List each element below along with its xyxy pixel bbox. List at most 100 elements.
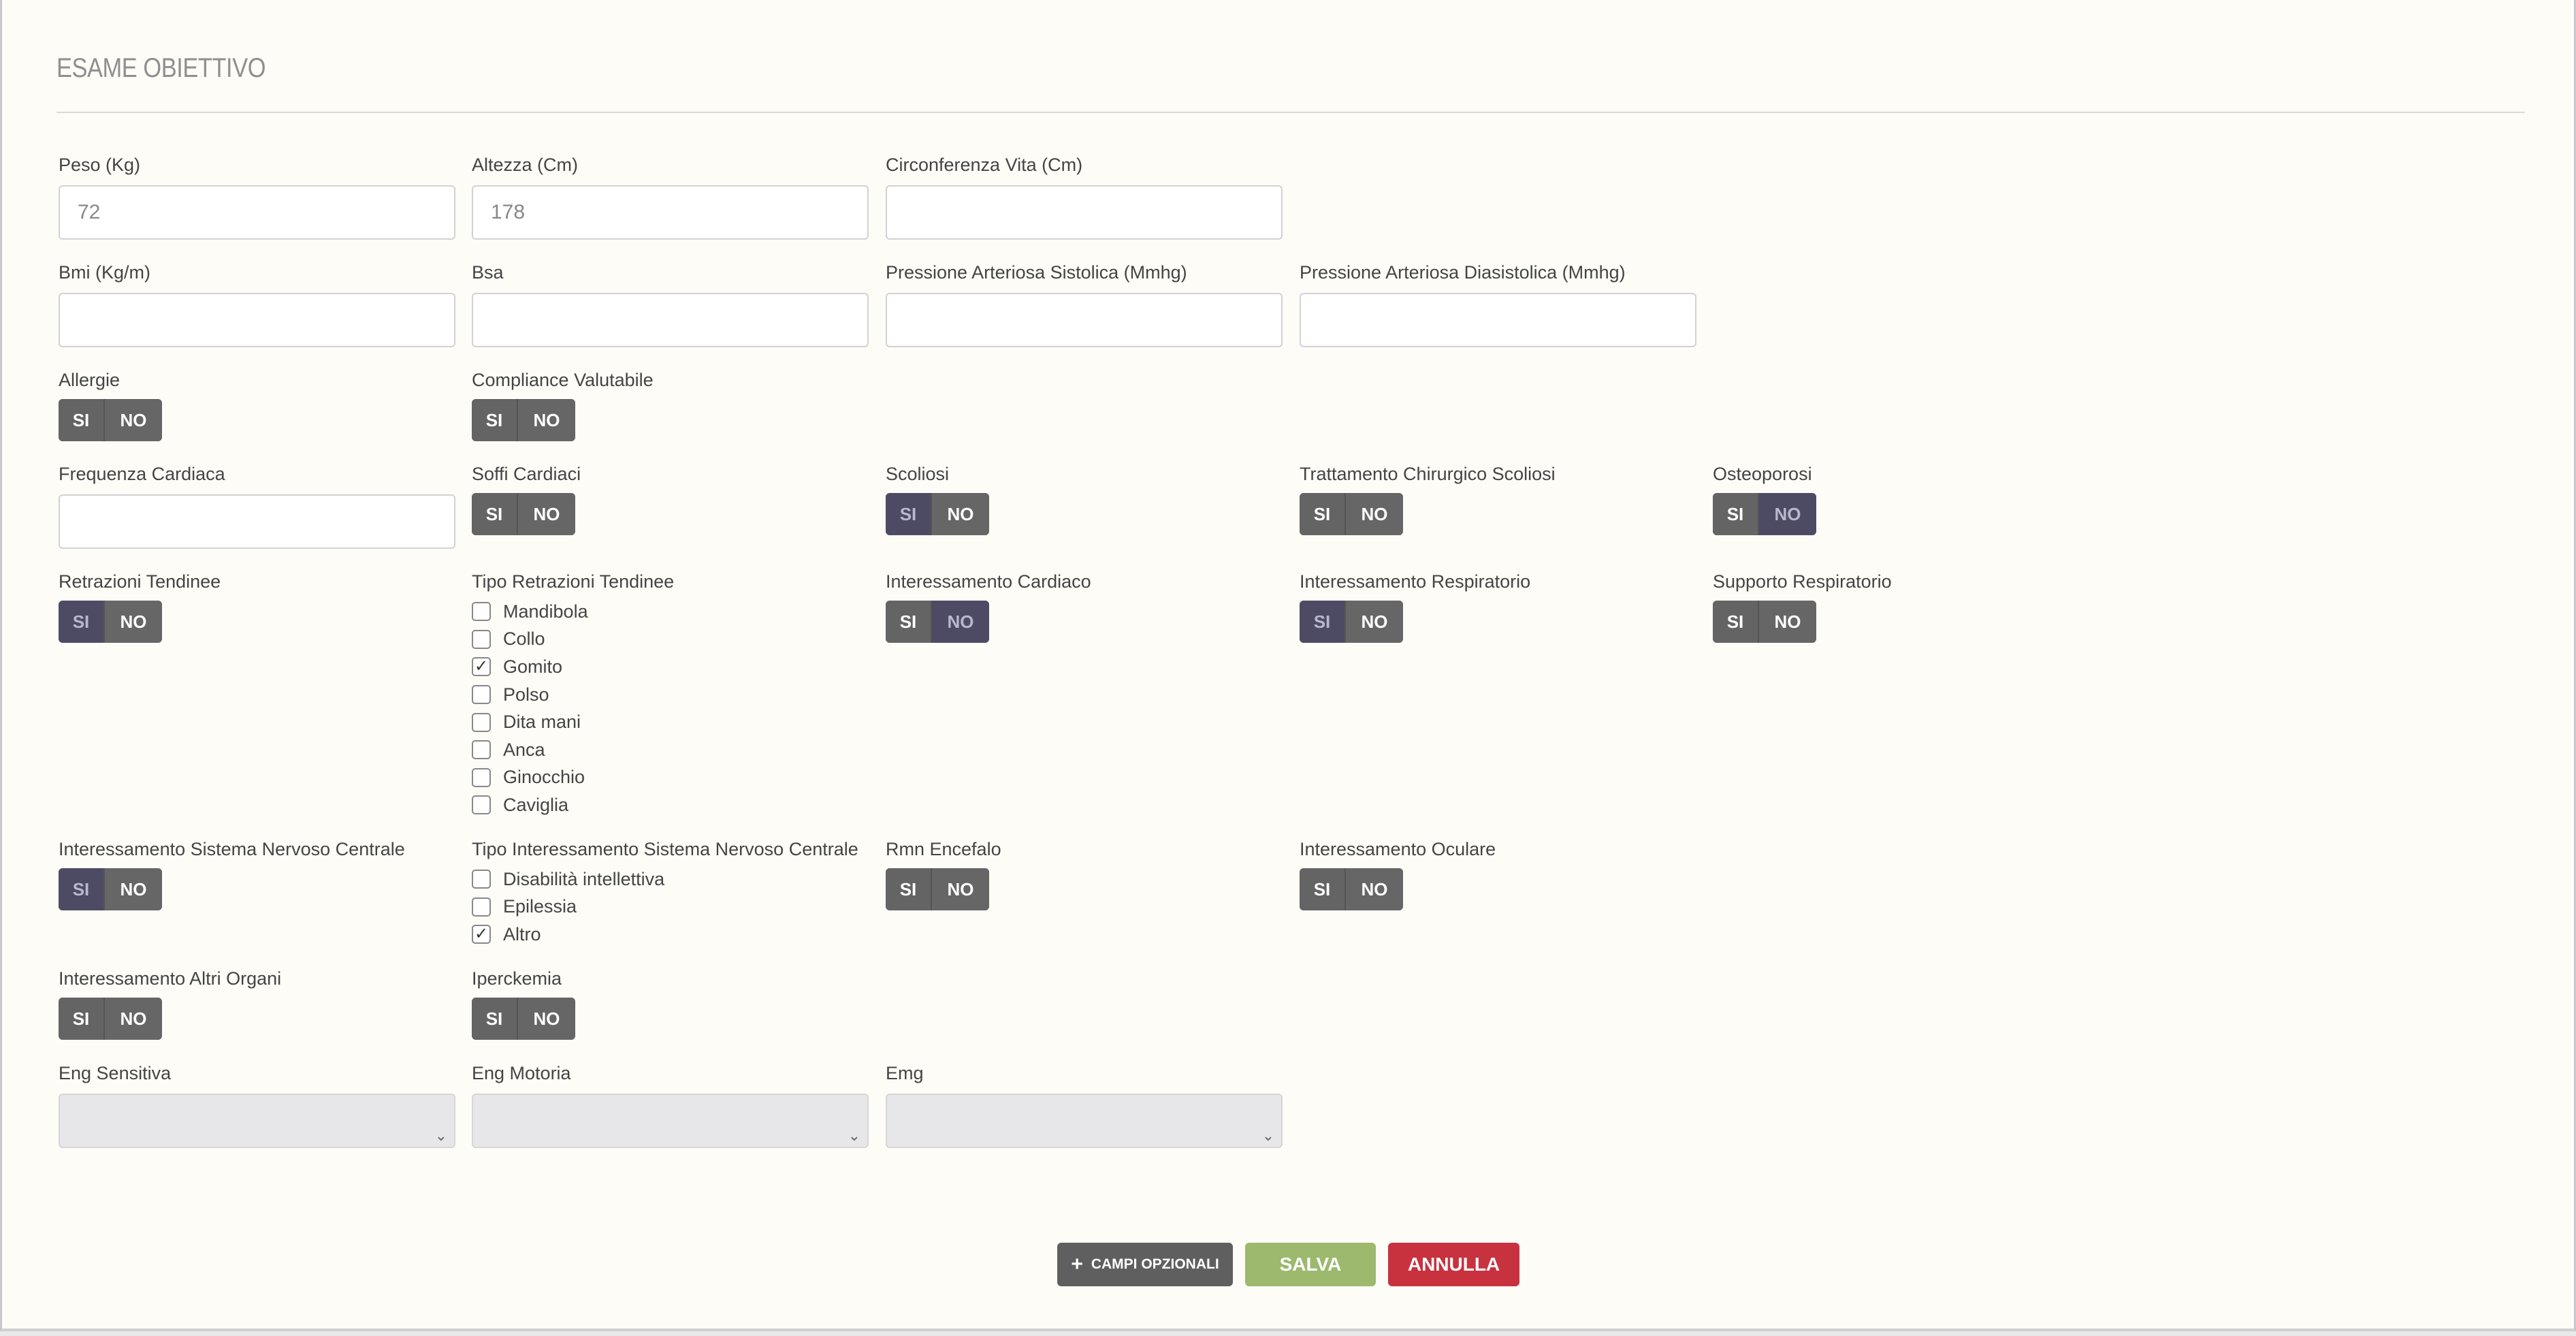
trattamento-si-button[interactable]: SI xyxy=(1300,493,1346,535)
trattamento-no-button[interactable]: NO xyxy=(1346,493,1403,535)
checkbox-label: Altro xyxy=(503,923,541,944)
retrazioni-no-button[interactable]: NO xyxy=(105,601,162,643)
snc-si-button[interactable]: SI xyxy=(59,868,105,910)
checkbox-label: Ginocchio xyxy=(503,767,585,788)
eng-sensitiva-label: Eng Sensitiva xyxy=(59,1063,172,1083)
altri-organi-no-button[interactable]: NO xyxy=(105,998,162,1040)
tipo-snc-label: Tipo Interessamento Sistema Nervoso Cent… xyxy=(472,839,858,859)
altri-organi-si-button[interactable]: SI xyxy=(59,998,105,1040)
frequenza-label: Frequenza Cardiaca xyxy=(59,464,225,484)
bmi-input[interactable] xyxy=(59,293,455,347)
allergie-no-button[interactable]: NO xyxy=(105,399,162,441)
checkbox-anca[interactable]: Anca xyxy=(472,736,588,764)
diastolica-field: Pressione Arteriosa Diasistolica (Mmhg) xyxy=(1300,261,1696,347)
save-button[interactable]: SALVA xyxy=(1245,1243,1376,1286)
osteoporosi-no-button[interactable]: NO xyxy=(1759,493,1816,535)
checkbox-altro[interactable]: ✓ Altro xyxy=(472,921,664,949)
snc-no-button[interactable]: NO xyxy=(105,868,162,910)
respiratorio-si-button[interactable]: SI xyxy=(1300,601,1346,643)
osteoporosi-si-button[interactable]: SI xyxy=(1713,493,1759,535)
retrazioni-si-button[interactable]: SI xyxy=(59,601,105,643)
frequenza-input[interactable] xyxy=(59,494,455,549)
iperckemia-no-button[interactable]: NO xyxy=(518,998,575,1040)
checkbox-box[interactable] xyxy=(472,712,491,732)
checkbox-disabilita[interactable]: Disabilità intellettiva xyxy=(472,865,664,893)
rmn-no-button[interactable]: NO xyxy=(932,868,989,910)
rmn-si-button[interactable]: SI xyxy=(886,868,932,910)
compliance-label: Compliance Valutabile xyxy=(472,370,654,390)
checkbox-box[interactable] xyxy=(472,795,491,815)
snc-field: Interessamento Sistema Nervoso Centrale … xyxy=(59,838,405,910)
checkbox-polso[interactable]: Polso xyxy=(472,681,588,709)
peso-input[interactable]: 72 xyxy=(59,185,455,240)
rmn-label: Rmn Encefalo xyxy=(886,839,1001,859)
sistolica-label: Pressione Arteriosa Sistolica (Mmhg) xyxy=(886,262,1187,283)
iperckemia-si-button[interactable]: SI xyxy=(472,998,518,1040)
checkbox-box[interactable] xyxy=(472,897,491,917)
cardiaco-no-button[interactable]: NO xyxy=(932,601,989,643)
supporto-si-button[interactable]: SI xyxy=(1713,601,1759,643)
allergie-field: Allergie SI NO xyxy=(59,369,162,441)
scoliosi-toggle: SI NO xyxy=(886,493,989,535)
scoliosi-si-button[interactable]: SI xyxy=(886,493,932,535)
soffi-si-button[interactable]: SI xyxy=(472,493,518,535)
checkbox-box-checked[interactable]: ✓ xyxy=(472,657,491,677)
altri-organi-toggle: SI NO xyxy=(59,998,162,1040)
soffi-no-button[interactable]: NO xyxy=(518,493,575,535)
checkbox-box[interactable] xyxy=(472,767,491,787)
checkbox-box[interactable] xyxy=(472,602,491,622)
supporto-field: Supporto Respiratorio SI NO xyxy=(1713,571,1892,643)
soffi-field: Soffi Cardiaci SI NO xyxy=(472,463,581,535)
allergie-toggle: SI NO xyxy=(59,399,162,441)
iperckemia-label: Iperckemia xyxy=(472,968,562,989)
allergie-si-button[interactable]: SI xyxy=(59,399,105,441)
circonferenza-field: Circonferenza Vita (Cm) xyxy=(886,154,1283,240)
altezza-input[interactable]: 178 xyxy=(472,185,869,240)
scoliosi-no-button[interactable]: NO xyxy=(932,493,989,535)
eng-motoria-select[interactable]: ⌄ xyxy=(472,1094,869,1148)
cancel-button[interactable]: ANNULLA xyxy=(1388,1243,1519,1286)
checkbox-label: Anca xyxy=(503,739,545,760)
optional-fields-button[interactable]: + CAMPI OPZIONALI xyxy=(1057,1243,1233,1286)
diastolica-label: Pressione Arteriosa Diasistolica (Mmhg) xyxy=(1300,262,1626,283)
cardiaco-label: Interessamento Cardiaco xyxy=(886,571,1091,592)
tipo-snc-field: Tipo Interessamento Sistema Nervoso Cent… xyxy=(472,838,858,944)
checkbox-box[interactable] xyxy=(472,740,491,760)
osteoporosi-label: Osteoporosi xyxy=(1713,464,1812,484)
tipo-retrazioni-label: Tipo Retrazioni Tendinee xyxy=(472,571,675,592)
oculare-no-button[interactable]: NO xyxy=(1346,868,1403,910)
soffi-label: Soffi Cardiaci xyxy=(472,464,581,484)
checkbox-box[interactable] xyxy=(472,685,491,705)
snc-toggle: SI NO xyxy=(59,868,162,910)
checkbox-dita-mani[interactable]: Dita mani xyxy=(472,708,588,736)
chevron-down-icon: ⌄ xyxy=(1261,1127,1274,1144)
checkbox-label: Disabilità intellettiva xyxy=(503,868,665,889)
checkbox-ginocchio[interactable]: Ginocchio xyxy=(472,764,588,792)
checkbox-box[interactable] xyxy=(472,870,491,889)
compliance-si-button[interactable]: SI xyxy=(472,399,518,441)
checkbox-mandibola[interactable]: Mandibola xyxy=(472,598,588,626)
cardiaco-si-button[interactable]: SI xyxy=(886,601,932,643)
checkbox-label: Gomito xyxy=(503,656,563,677)
altezza-label: Altezza (Cm) xyxy=(472,155,579,175)
checkbox-collo[interactable]: Collo xyxy=(472,626,588,654)
circonferenza-input[interactable] xyxy=(886,185,1283,240)
eng-sensitiva-select[interactable]: ⌄ xyxy=(59,1094,455,1148)
checkbox-box[interactable] xyxy=(472,629,491,649)
checkbox-epilessia[interactable]: Epilessia xyxy=(472,893,664,921)
emg-select[interactable]: ⌄ xyxy=(886,1094,1283,1148)
respiratorio-no-button[interactable]: NO xyxy=(1346,601,1403,643)
sistolica-input[interactable] xyxy=(886,293,1283,347)
respiratorio-label: Interessamento Respiratorio xyxy=(1300,571,1531,592)
oculare-si-button[interactable]: SI xyxy=(1300,868,1346,910)
compliance-no-button[interactable]: NO xyxy=(518,399,575,441)
checkbox-gomito[interactable]: ✓ Gomito xyxy=(472,653,588,681)
diastolica-input[interactable] xyxy=(1300,293,1696,347)
supporto-no-button[interactable]: NO xyxy=(1759,601,1816,643)
bsa-input[interactable] xyxy=(472,293,869,347)
checkbox-box-checked[interactable]: ✓ xyxy=(472,925,491,944)
snc-label: Interessamento Sistema Nervoso Centrale xyxy=(59,839,405,859)
checkbox-label: Caviglia xyxy=(503,794,569,815)
checkbox-caviglia[interactable]: Caviglia xyxy=(472,791,588,819)
frequenza-field: Frequenza Cardiaca xyxy=(59,463,455,549)
